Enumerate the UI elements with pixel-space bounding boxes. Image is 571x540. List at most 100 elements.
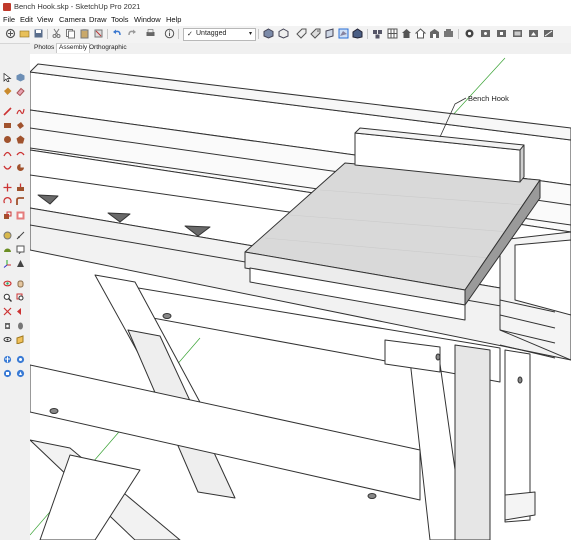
shaded-style-icon[interactable] [352,28,363,39]
tab-photos[interactable]: Photos [32,44,56,53]
view-toggle-a-icon[interactable] [480,28,491,39]
zoom-tool-icon[interactable] [3,293,12,302]
text-tool-icon[interactable] [16,245,25,254]
open-folder-icon[interactable] [19,28,30,39]
tab-orthographic[interactable]: Orthographic [87,44,129,53]
follow-me-icon[interactable] [16,197,25,206]
pan-hand-icon[interactable] [16,279,25,288]
axes-tool-icon[interactable] [3,259,12,268]
menu-window[interactable]: Window [134,15,161,24]
three-point-arc-icon[interactable] [3,163,12,172]
menu-help[interactable]: Help [166,15,181,24]
sandbox-b-icon[interactable] [16,355,25,364]
select-arrow-icon[interactable] [3,73,12,82]
grid-icon[interactable] [387,28,398,39]
zoom-window-icon[interactable] [16,293,25,302]
two-point-arc-icon[interactable] [16,149,25,158]
paint-bucket-icon[interactable] [3,87,12,96]
zoom-extents-icon[interactable] [3,307,12,316]
redo-icon[interactable] [126,28,137,39]
title-bar: Bench Hook.skp - SketchUp Pro 2021 [0,0,571,14]
polygon-tool-icon[interactable] [16,135,25,144]
menu-edit[interactable]: Edit [20,15,33,24]
component-tool-icon[interactable] [16,73,25,82]
stretcher-bolt-left [49,408,59,414]
previous-view-icon[interactable] [16,307,25,316]
house-outline-icon[interactable] [415,28,426,39]
stretcher-bolt-right [367,493,377,499]
menu-tools[interactable]: Tools [111,15,129,24]
tag-check-icon: ✓ [187,31,193,38]
make-component-icon[interactable] [263,28,274,39]
view-toggle-d-icon[interactable] [528,28,539,39]
paste-icon[interactable] [79,28,90,39]
section-plane-icon[interactable] [324,28,335,39]
pie-tool-icon[interactable] [16,163,25,172]
components-icon[interactable] [372,28,383,39]
scene-tabs: Photos Assembly Orthographic [30,43,571,54]
erase-icon[interactable] [93,28,104,39]
paint-tag-icon[interactable] [296,28,307,39]
tag-icon[interactable] [310,28,321,39]
tape-measure-icon[interactable] [3,231,12,240]
freehand-icon[interactable] [16,107,25,116]
tab-assembly[interactable]: Assembly [56,43,91,53]
3d-text-icon[interactable] [16,259,25,268]
walk-tool-icon[interactable] [16,321,25,330]
tag-dropdown[interactable]: ✓ Untagged ▾ [183,28,256,41]
view-toggle-c-icon[interactable] [512,28,523,39]
new-file-icon[interactable] [5,28,16,39]
sandbox-a-icon[interactable] [3,355,12,364]
3d-viewport[interactable]: Bench Hook [30,54,571,540]
styles-icon[interactable] [464,28,475,39]
circle-tool-icon[interactable] [3,135,12,144]
dimension-tool-icon[interactable] [16,231,25,240]
tag-dropdown-value: Untagged [196,30,227,37]
undo-icon[interactable] [112,28,123,39]
sandbox-d-icon[interactable] [16,369,25,378]
bench-model-drawing: Bench Hook [30,57,571,540]
arc-tool-icon[interactable] [3,149,12,158]
move-tool-icon[interactable] [3,183,12,192]
window-title: Bench Hook.skp - SketchUp Pro 2021 [14,2,141,11]
home-icon[interactable] [401,28,412,39]
line-pencil-icon[interactable] [3,107,12,116]
warehouse-icon[interactable] [429,28,440,39]
view-toggle-e-icon[interactable] [543,28,554,39]
scale-tool-icon[interactable] [3,211,12,220]
print-icon[interactable] [145,28,156,39]
main-toolbar [0,26,571,44]
model-info-icon[interactable] [164,28,175,39]
protractor-icon[interactable] [3,245,12,254]
sketchup-app-icon [3,3,11,11]
orbit-tool-icon[interactable] [3,279,12,288]
cut-icon[interactable] [51,28,62,39]
left-tool-palette [0,54,31,540]
save-icon[interactable] [33,28,44,39]
position-camera-icon[interactable] [3,321,12,330]
menu-bar: File Edit View Camera Draw Tools Window … [0,14,571,26]
push-pull-icon[interactable] [16,183,25,192]
menu-file[interactable]: File [3,15,15,24]
offset-tool-icon[interactable] [16,211,25,220]
bench-hook-label: Bench Hook [468,94,509,103]
leg-bolt-upper [517,376,523,384]
back-leg-right [454,344,491,540]
copy-icon[interactable] [65,28,76,39]
look-around-icon[interactable] [3,335,12,344]
apron-bolt [162,313,172,319]
view-toggle-b-icon[interactable] [496,28,507,39]
xray-style-icon[interactable] [338,28,349,39]
rectangle-tool-icon[interactable] [3,121,12,130]
extension-icon[interactable] [443,28,454,39]
make-group-icon[interactable] [278,28,289,39]
menu-view[interactable]: View [37,15,53,24]
eraser-icon[interactable] [16,87,25,96]
menu-camera[interactable]: Camera [59,15,86,24]
rotate-tool-icon[interactable] [3,197,12,206]
menu-draw[interactable]: Draw [89,15,107,24]
rotated-rectangle-icon[interactable] [16,121,25,130]
chevron-down-icon: ▾ [248,31,252,37]
sandbox-c-icon[interactable] [3,369,12,378]
section-plane-tool-icon[interactable] [16,335,25,344]
